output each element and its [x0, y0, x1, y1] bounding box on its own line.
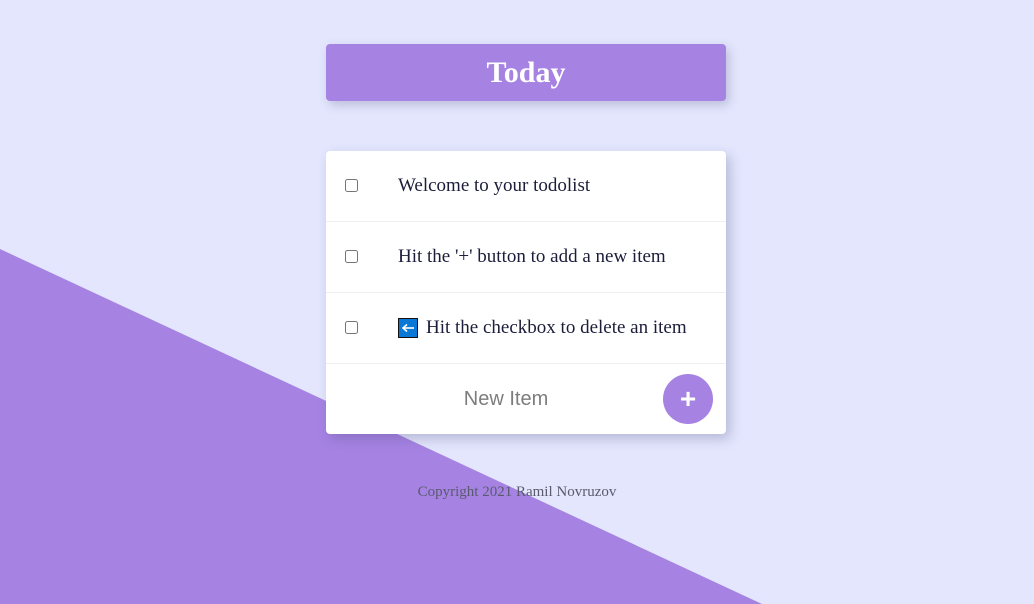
new-item-input[interactable]	[326, 378, 686, 420]
todo-list: Welcome to your todolist Hit the '+' but…	[326, 151, 726, 434]
new-item-form: +	[326, 364, 726, 434]
footer-copyright: Copyright 2021 Ramil Novruzov	[417, 484, 617, 500]
item-label: Welcome to your todolist	[398, 175, 591, 196]
header-box: Today	[326, 44, 726, 101]
item-checkbox[interactable]	[345, 179, 358, 192]
item-label: Hit the checkbox to delete an item	[398, 317, 687, 339]
add-item-button[interactable]: +	[663, 374, 713, 424]
item-checkbox[interactable]	[345, 250, 358, 263]
page-title: Today	[486, 55, 566, 89]
list-item: Hit the checkbox to delete an item	[326, 293, 726, 364]
list-item: Welcome to your todolist	[326, 151, 726, 222]
list-item: Hit the '+' button to add a new item	[326, 222, 726, 293]
item-label: Hit the '+' button to add a new item	[398, 246, 666, 267]
item-checkbox[interactable]	[345, 321, 358, 334]
left-arrow-icon	[398, 318, 418, 338]
